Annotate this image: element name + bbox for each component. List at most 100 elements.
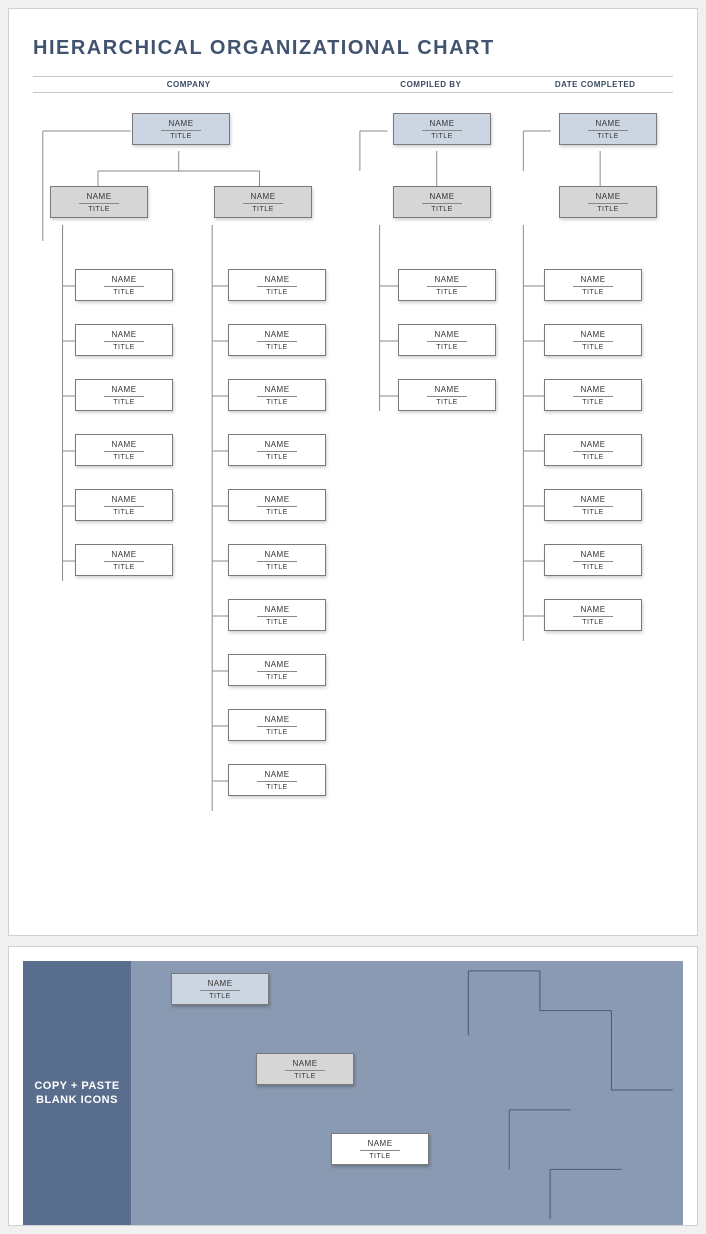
- org-node-leaf[interactable]: NAMETITLE: [228, 709, 326, 741]
- node-name: NAME: [233, 275, 321, 284]
- node-separator: [257, 561, 297, 562]
- palette-label: COPY + PASTE BLANK ICONS: [23, 961, 131, 1225]
- org-node-mid[interactable]: NAME TITLE: [50, 186, 148, 218]
- node-name: NAME: [233, 330, 321, 339]
- org-node-mid[interactable]: NAME TITLE: [393, 186, 491, 218]
- org-node-leaf[interactable]: NAMETITLE: [544, 544, 642, 576]
- node-name: NAME: [233, 660, 321, 669]
- node-separator: [257, 616, 297, 617]
- node-separator: [422, 130, 462, 131]
- node-name: NAME: [233, 550, 321, 559]
- org-node-leaf[interactable]: NAME TITLE: [228, 269, 326, 301]
- palette-node-grey[interactable]: NAME TITLE: [256, 1053, 354, 1085]
- node-name: NAME: [564, 192, 652, 201]
- node-separator: [427, 341, 467, 342]
- org-node-leaf[interactable]: NAMETITLE: [75, 269, 173, 301]
- node-name: NAME: [336, 1139, 424, 1148]
- node-separator: [427, 286, 467, 287]
- org-node-leaf[interactable]: NAMETITLE: [75, 379, 173, 411]
- node-separator: [257, 506, 297, 507]
- org-node-leaf[interactable]: NAMETITLE: [544, 434, 642, 466]
- node-title: TITLE: [219, 206, 307, 213]
- node-name: NAME: [233, 605, 321, 614]
- node-name: NAME: [564, 119, 652, 128]
- chart-area: NAME TITLE NAME TITLE NAME TITLE NAME TI…: [33, 111, 673, 911]
- org-node-leaf[interactable]: NAMETITLE: [75, 544, 173, 576]
- org-node-leaf[interactable]: NAMETITLE: [544, 324, 642, 356]
- header-company: COMPANY: [33, 80, 344, 89]
- node-separator: [104, 396, 144, 397]
- header-row: COMPANY COMPILED BY DATE COMPLETED: [33, 76, 673, 93]
- node-title: TITLE: [80, 399, 168, 406]
- org-node-leaf[interactable]: NAMETITLE: [544, 489, 642, 521]
- org-node-leaf[interactable]: NAMETITLE: [228, 764, 326, 796]
- org-node-leaf[interactable]: NAME TITLE: [75, 324, 173, 356]
- org-node-leaf[interactable]: NAME TITLE: [228, 544, 326, 576]
- org-node-leaf[interactable]: NAMETITLE: [75, 434, 173, 466]
- node-title: TITLE: [549, 454, 637, 461]
- node-title: TITLE: [233, 564, 321, 571]
- palette-page: COPY + PASTE BLANK ICONS NAME TITLE: [8, 946, 698, 1226]
- node-separator: [257, 286, 297, 287]
- node-title: TITLE: [549, 399, 637, 406]
- node-title: TITLE: [80, 344, 168, 351]
- org-node-leaf[interactable]: NAMETITLE: [544, 269, 642, 301]
- node-title: TITLE: [398, 133, 486, 140]
- node-title: TITLE: [137, 133, 225, 140]
- org-node-leaf[interactable]: NAMETITLE: [228, 599, 326, 631]
- node-title: TITLE: [80, 564, 168, 571]
- node-separator: [573, 616, 613, 617]
- node-separator: [104, 451, 144, 452]
- org-node-top-c[interactable]: NAME TITLE: [559, 113, 657, 145]
- node-name: NAME: [176, 979, 264, 988]
- org-node-leaf[interactable]: NAMETITLE: [228, 379, 326, 411]
- node-separator: [104, 286, 144, 287]
- org-node-leaf[interactable]: NAMETITLE: [228, 324, 326, 356]
- palette-node-white[interactable]: NAME TITLE: [331, 1133, 429, 1165]
- palette-label-line2: BLANK ICONS: [36, 1094, 118, 1106]
- node-separator: [200, 990, 240, 991]
- org-node-leaf[interactable]: NAMETITLE: [398, 324, 496, 356]
- node-name: NAME: [398, 119, 486, 128]
- node-separator: [257, 781, 297, 782]
- org-node-leaf[interactable]: NAMETITLE: [398, 269, 496, 301]
- node-name: NAME: [233, 715, 321, 724]
- org-node-leaf[interactable]: NAMETITLE: [228, 489, 326, 521]
- node-title: TITLE: [233, 289, 321, 296]
- org-node-leaf[interactable]: NAME TITLE: [544, 379, 642, 411]
- node-separator: [104, 341, 144, 342]
- org-node-leaf[interactable]: NAMETITLE: [75, 489, 173, 521]
- node-separator: [104, 506, 144, 507]
- node-separator: [573, 286, 613, 287]
- org-node-mid[interactable]: NAME TITLE: [214, 186, 312, 218]
- node-name: NAME: [233, 495, 321, 504]
- node-name: NAME: [549, 605, 637, 614]
- node-separator: [360, 1150, 400, 1151]
- node-separator: [573, 396, 613, 397]
- node-title: TITLE: [549, 619, 637, 626]
- org-node-top-a[interactable]: NAME TITLE: [132, 113, 230, 145]
- node-name: NAME: [549, 385, 637, 394]
- org-node-mid[interactable]: NAME TITLE: [559, 186, 657, 218]
- org-node-leaf[interactable]: NAMETITLE: [228, 434, 326, 466]
- node-separator: [257, 341, 297, 342]
- node-name: NAME: [233, 385, 321, 394]
- node-name: NAME: [80, 495, 168, 504]
- node-separator: [257, 726, 297, 727]
- node-separator: [573, 561, 613, 562]
- org-node-leaf[interactable]: NAMETITLE: [398, 379, 496, 411]
- node-name: NAME: [398, 192, 486, 201]
- palette-node-blue[interactable]: NAME TITLE: [171, 973, 269, 1005]
- org-node-leaf[interactable]: NAME TITLE: [544, 599, 642, 631]
- org-node-top-b[interactable]: NAME TITLE: [393, 113, 491, 145]
- node-name: NAME: [549, 275, 637, 284]
- node-title: TITLE: [233, 784, 321, 791]
- node-name: NAME: [80, 440, 168, 449]
- node-name: NAME: [80, 330, 168, 339]
- org-node-leaf[interactable]: NAME TITLE: [228, 654, 326, 686]
- node-separator: [257, 396, 297, 397]
- node-name: NAME: [403, 385, 491, 394]
- node-title: TITLE: [233, 674, 321, 681]
- node-separator: [588, 203, 628, 204]
- node-separator: [285, 1070, 325, 1071]
